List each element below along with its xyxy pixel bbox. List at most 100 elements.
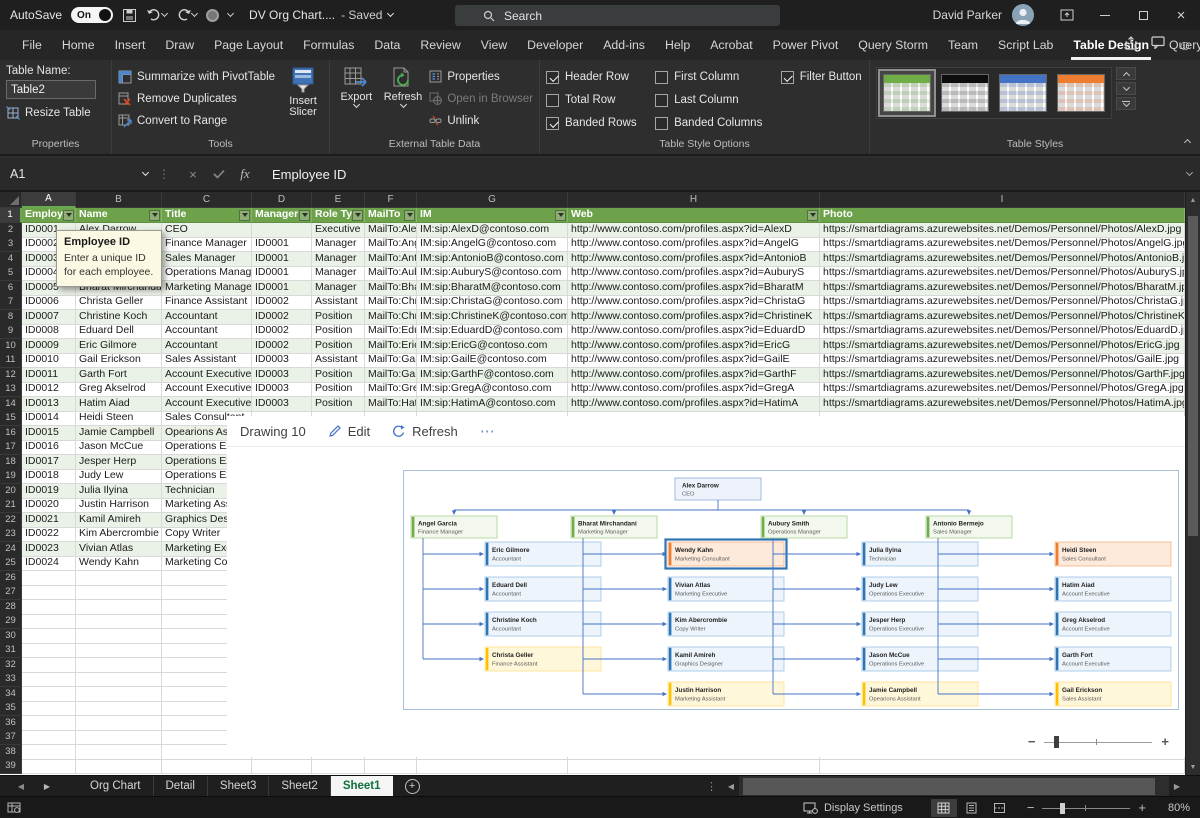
- cell-A21[interactable]: ID0020: [22, 498, 76, 513]
- column-header-H[interactable]: H: [568, 192, 820, 208]
- cell-G1[interactable]: IM: [417, 208, 568, 223]
- document-title[interactable]: DV Org Chart.... - Saved: [249, 8, 393, 22]
- column-header-A[interactable]: A: [22, 192, 76, 208]
- cell-D2[interactable]: [252, 223, 312, 238]
- export-button[interactable]: Export: [336, 65, 377, 130]
- cell-G8[interactable]: IM:sip:ChristineK@contoso.com: [417, 310, 568, 325]
- cell-B26[interactable]: [76, 571, 162, 586]
- filter-button-im[interactable]: [555, 210, 566, 221]
- cell-B13[interactable]: Greg Akselrod: [76, 382, 162, 397]
- filter-button-title[interactable]: [239, 210, 250, 221]
- row-header-29[interactable]: 29: [0, 614, 22, 629]
- cell-G39[interactable]: [417, 759, 568, 774]
- cell-A34[interactable]: [22, 687, 76, 702]
- cell-B9[interactable]: Eduard Dell: [76, 324, 162, 339]
- cell-F10[interactable]: MailTo:EricG@contoso.com: [365, 339, 417, 354]
- cell-A1[interactable]: Employee: [22, 208, 76, 223]
- cell-B36[interactable]: [76, 716, 162, 731]
- filter-button-name[interactable]: [149, 210, 160, 221]
- cell-F2[interactable]: MailTo:AlexD@contoso.com: [365, 223, 417, 238]
- select-all-corner[interactable]: [0, 192, 22, 208]
- cell-A23[interactable]: ID0022: [22, 527, 76, 542]
- cell-G4[interactable]: IM:sip:AntonioB@contoso.com: [417, 252, 568, 267]
- cell-B27[interactable]: [76, 585, 162, 600]
- cell-G12[interactable]: IM:sip:GarthF@contoso.com: [417, 368, 568, 383]
- cell-C10[interactable]: Accountant: [162, 339, 252, 354]
- cell-I10[interactable]: https://smartdiagrams.azurewebsites.net/…: [820, 339, 1185, 354]
- tab-insert[interactable]: Insert: [105, 30, 156, 60]
- unlink-button[interactable]: Unlink: [429, 111, 533, 130]
- cell-C39[interactable]: [162, 759, 252, 774]
- zoom-in-button[interactable]: +: [1138, 800, 1146, 815]
- cell-E5[interactable]: Manager: [312, 266, 365, 281]
- drawing-zoom-thumb[interactable]: [1054, 736, 1059, 748]
- name-box[interactable]: A1: [0, 167, 148, 181]
- cell-F7[interactable]: MailTo:ChristaG@contoso.com: [365, 295, 417, 310]
- row-header-36[interactable]: 36: [0, 716, 22, 731]
- remove-duplicates-button[interactable]: Remove Duplicates: [118, 89, 275, 108]
- sheet-tab-sheet1[interactable]: Sheet1: [331, 776, 393, 796]
- cell-H13[interactable]: http://www.contoso.com/profiles.aspx?id=…: [568, 382, 820, 397]
- cell-H14[interactable]: http://www.contoso.com/profiles.aspx?id=…: [568, 397, 820, 412]
- cell-A37[interactable]: [22, 730, 76, 745]
- option-header-row[interactable]: Header Row: [546, 67, 641, 87]
- redo-dropdown-icon[interactable]: [191, 10, 198, 17]
- cell-B20[interactable]: Julia Ilyina: [76, 484, 162, 499]
- cell-E12[interactable]: Position: [312, 368, 365, 383]
- tab-review[interactable]: Review: [410, 30, 470, 60]
- horizontal-scrollbar[interactable]: [739, 776, 1169, 797]
- drawing-zoom-slider[interactable]: − +: [1028, 734, 1169, 749]
- horizontal-scrollbar-thumb[interactable]: [743, 778, 1155, 795]
- row-header-28[interactable]: 28: [0, 600, 22, 615]
- user-name[interactable]: David Parker: [933, 8, 1002, 22]
- cell-E7[interactable]: Assistant: [312, 295, 365, 310]
- cell-D14[interactable]: ID0003: [252, 397, 312, 412]
- checkbox-filter-button[interactable]: [781, 71, 794, 84]
- cell-D4[interactable]: ID0001: [252, 252, 312, 267]
- cell-F4[interactable]: MailTo:AntonioB@contoso.com: [365, 252, 417, 267]
- tab-home[interactable]: Home: [52, 30, 105, 60]
- cell-E11[interactable]: Assistant: [312, 353, 365, 368]
- cell-H5[interactable]: http://www.contoso.com/profiles.aspx?id=…: [568, 266, 820, 281]
- cell-B15[interactable]: Heidi Steen: [76, 411, 162, 426]
- cell-A18[interactable]: ID0017: [22, 455, 76, 470]
- tab-add-ins[interactable]: Add-ins: [593, 30, 655, 60]
- cell-I3[interactable]: https://smartdiagrams.azurewebsites.net/…: [820, 237, 1185, 252]
- tab-data[interactable]: Data: [364, 30, 410, 60]
- collapse-ribbon-icon[interactable]: [1185, 132, 1190, 150]
- cell-B7[interactable]: Christa Geller: [76, 295, 162, 310]
- cell-A28[interactable]: [22, 600, 76, 615]
- cancel-entry-icon[interactable]: ×: [180, 167, 206, 182]
- row-header-2[interactable]: 2: [0, 223, 22, 238]
- cell-C13[interactable]: Account Executive: [162, 382, 252, 397]
- filter-button-role-typ[interactable]: [352, 210, 363, 221]
- summarize-with-pivottable-button[interactable]: Summarize with PivotTable: [118, 67, 275, 86]
- redo-button[interactable]: [176, 8, 197, 22]
- checkbox-first-column[interactable]: [655, 71, 668, 84]
- table-properties-button[interactable]: Properties: [429, 67, 533, 86]
- cell-H10[interactable]: http://www.contoso.com/profiles.aspx?id=…: [568, 339, 820, 354]
- cell-G10[interactable]: IM:sip:EricG@contoso.com: [417, 339, 568, 354]
- row-header-39[interactable]: 39: [0, 759, 22, 774]
- cell-B31[interactable]: [76, 643, 162, 658]
- user-avatar[interactable]: [1012, 4, 1034, 26]
- resize-table-button[interactable]: Resize Table: [6, 103, 105, 122]
- sheet-nav-left-icon[interactable]: ◀: [8, 776, 34, 796]
- tab-page-layout[interactable]: Page Layout: [204, 30, 293, 60]
- cell-I4[interactable]: https://smartdiagrams.azurewebsites.net/…: [820, 252, 1185, 267]
- cell-B11[interactable]: Gail Erickson: [76, 353, 162, 368]
- filter-button-employee[interactable]: [63, 210, 74, 221]
- cell-F14[interactable]: MailTo:HatimA@contoso.com: [365, 397, 417, 412]
- cell-H11[interactable]: http://www.contoso.com/profiles.aspx?id=…: [568, 353, 820, 368]
- cell-B14[interactable]: Hatim Aiad: [76, 397, 162, 412]
- option-last-column[interactable]: Last Column: [655, 90, 767, 110]
- cell-I39[interactable]: [820, 759, 1185, 774]
- table-style-swatch-blue[interactable]: [996, 71, 1050, 115]
- tab-team[interactable]: Team: [938, 30, 988, 60]
- vertical-scrollbar[interactable]: ▲ ▼: [1185, 192, 1200, 775]
- autosave-toggle[interactable]: On: [71, 7, 113, 23]
- cell-E1[interactable]: Role Typ: [312, 208, 365, 223]
- row-header-3[interactable]: 3: [0, 237, 22, 252]
- checkbox-header-row[interactable]: [546, 71, 559, 84]
- row-header-27[interactable]: 27: [0, 585, 22, 600]
